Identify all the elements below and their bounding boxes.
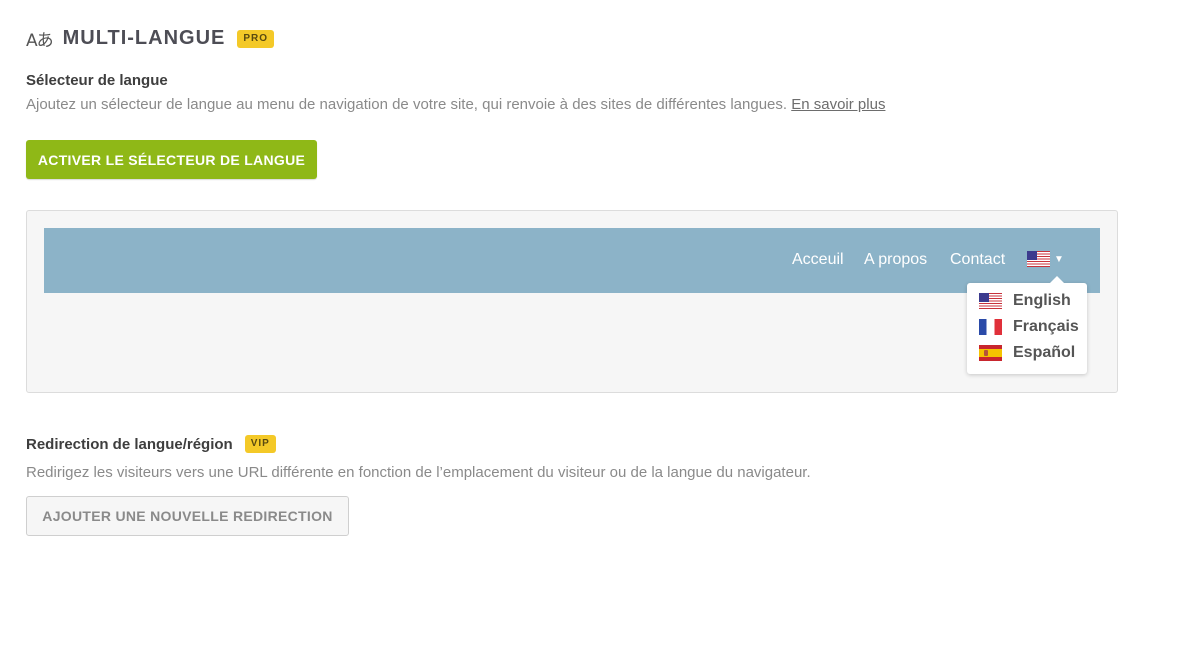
us-flag-icon <box>979 293 1002 309</box>
page-header: Aあ MULTI-LANGUE PRO <box>26 26 275 51</box>
language-option-label: Français <box>1013 318 1079 335</box>
language-selector-preview: Acceuil A propos Contact ▼ English Franç… <box>26 210 1118 393</box>
fr-flag-icon <box>979 319 1002 335</box>
preview-navbar: Acceuil A propos Contact ▼ <box>44 228 1100 293</box>
nav-item-contact[interactable]: Contact <box>950 251 1005 269</box>
language-selector-description-text: Ajoutez un sélecteur de langue au menu d… <box>26 96 788 113</box>
language-selector-title: Sélecteur de langue <box>26 72 168 89</box>
nav-item-home[interactable]: Acceuil <box>792 251 844 269</box>
redirect-description: Redirigez les visiteurs vers une URL dif… <box>26 464 811 481</box>
add-redirect-button[interactable]: AJOUTER UNE NOUVELLE REDIRECTION <box>26 496 349 536</box>
caret-down-icon: ▼ <box>1054 253 1064 265</box>
nav-item-about[interactable]: A propos <box>864 251 927 269</box>
language-option-label: Español <box>1013 344 1076 361</box>
learn-more-link[interactable]: En savoir plus <box>791 96 885 113</box>
es-flag-icon <box>979 345 1002 361</box>
redirect-title-row: Redirection de langue/région VIP <box>26 435 276 453</box>
language-option-spanish[interactable]: Español <box>979 344 1075 362</box>
us-flag-icon <box>1027 251 1050 267</box>
vip-badge: VIP <box>244 435 276 453</box>
language-option-french[interactable]: Français <box>979 318 1079 336</box>
language-dropdown: English Français Español <box>967 276 1087 374</box>
translate-icon: Aあ <box>26 31 54 51</box>
language-selector-description: Ajoutez un sélecteur de langue au menu d… <box>26 96 885 113</box>
activate-language-selector-button[interactable]: ACTIVER LE SÉLECTEUR DE LANGUE <box>26 140 317 179</box>
pro-badge: PRO <box>237 29 275 48</box>
language-dropdown-trigger[interactable]: ▼ <box>1027 251 1064 267</box>
language-option-label: English <box>1013 292 1071 309</box>
page-title: MULTI-LANGUE <box>62 27 226 49</box>
redirect-title: Redirection de langue/région <box>26 435 233 453</box>
language-option-english[interactable]: English <box>979 292 1071 310</box>
